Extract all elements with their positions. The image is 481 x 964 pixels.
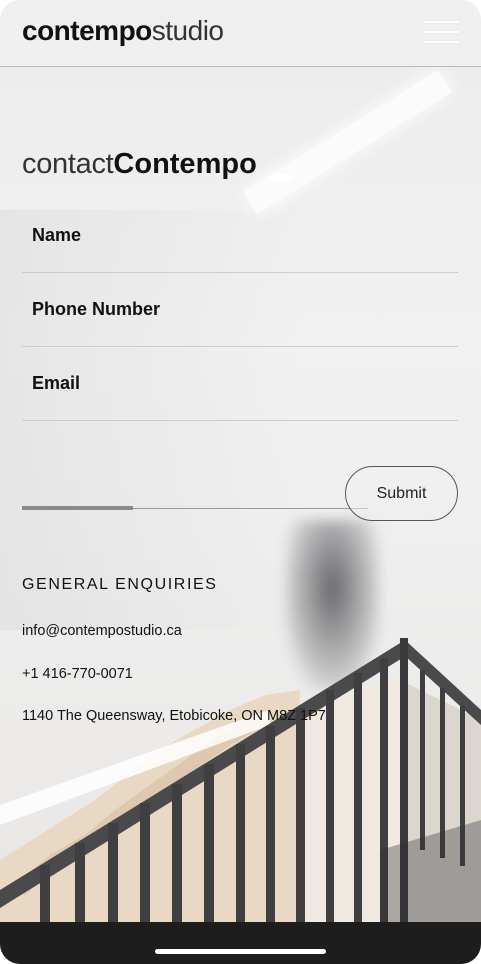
email-field-row — [22, 347, 458, 421]
bottom-browser-bar — [0, 922, 481, 964]
menu-line — [423, 21, 459, 23]
ceiling-spot-light — [268, 174, 294, 182]
enquiries-address: 1140 The Queensway, Etobicoke, ON M8Z 1P… — [22, 708, 326, 724]
name-field-row — [22, 199, 458, 273]
logo-bold-text: contempo — [22, 15, 152, 46]
ceiling-light — [243, 70, 452, 215]
menu-line — [423, 41, 459, 43]
submit-button[interactable]: Submit — [345, 466, 458, 521]
page-title: contactContempo — [22, 146, 257, 182]
enquiries-email-link[interactable]: info@contempostudio.ca — [22, 623, 182, 639]
site-header: contempostudio — [0, 0, 481, 67]
phone-field[interactable] — [22, 273, 458, 346]
email-field[interactable] — [22, 347, 458, 420]
page-title-bold: Contempo — [113, 148, 257, 180]
phone-screen: contempostudio contactContempo Submit GE… — [0, 0, 481, 964]
menu-line — [423, 31, 459, 33]
page-title-light: contact — [22, 148, 114, 180]
staircase-illustration — [0, 638, 481, 922]
logo[interactable]: contempostudio — [22, 15, 224, 47]
general-enquiries-heading: GENERAL ENQUIRIES — [22, 576, 218, 593]
logo-light-text: studio — [151, 15, 224, 46]
enquiries-phone-link[interactable]: +1 416-770-0071 — [22, 666, 133, 682]
phone-field-row — [22, 273, 458, 347]
name-field[interactable] — [22, 199, 458, 272]
form-progress-fill — [22, 506, 133, 510]
hamburger-menu-icon[interactable] — [423, 19, 459, 45]
home-indicator[interactable] — [155, 949, 326, 954]
